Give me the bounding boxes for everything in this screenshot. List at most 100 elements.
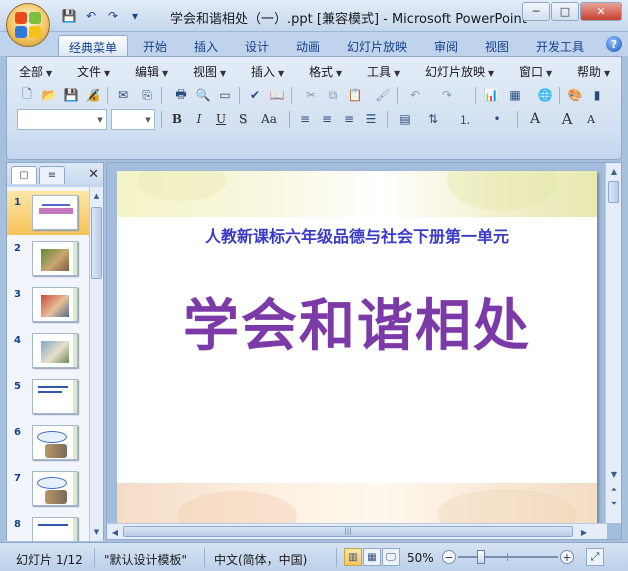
slide-sorter-icon[interactable]: ▦ [363,548,381,566]
close-button[interactable]: ✕ [580,2,622,21]
change-case-button[interactable]: Aa [255,109,283,129]
slide-title[interactable]: 学会和谐相处 [117,281,597,362]
slide-show-icon[interactable]: 🖵 [382,548,400,566]
redo-icon[interactable]: ↷ [104,7,122,25]
slide-horizontal-scrollbar[interactable]: ◀ ||| ▶ [107,523,607,539]
zoom-out-icon[interactable]: − [442,550,456,564]
zoom-in-icon[interactable]: + [560,550,574,564]
menu-tools[interactable]: 工具 ▼ [367,63,400,80]
cut-icon[interactable]: ✂ [301,85,321,105]
slide-thumbnail-8[interactable]: 8 [7,513,89,541]
help-icon[interactable]: ? [606,36,622,52]
tab-slide-show[interactable]: 幻灯片放映 [337,35,417,56]
tab-view[interactable]: 视图 [475,35,519,56]
copy-icon[interactable]: ⧉ [323,85,343,105]
previous-slide-icon[interactable]: ⏶ [607,483,621,497]
italic-button[interactable]: I [189,109,209,129]
zoom-slider-thumb[interactable] [477,550,485,564]
tab-outline[interactable]: ≡ [39,166,65,184]
undo-icon[interactable]: ↶ [82,7,100,25]
scroll-right-icon[interactable]: ▶ [577,525,591,539]
publish-icon[interactable]: ⎘ [137,85,157,105]
office-button[interactable] [6,3,50,47]
chart-icon[interactable]: 📊 [481,85,501,105]
text-direction-icon[interactable]: ⇅ [423,109,443,129]
slide-view-icon[interactable]: ▭ [215,85,235,105]
scrollbar-thumb[interactable] [608,181,619,203]
research-icon[interactable]: 📖 [267,85,287,105]
font-size-combo[interactable]: ▼ [111,109,155,130]
slide-thumbnail-4[interactable]: 4 [7,329,89,373]
redo-icon[interactable]: ↷ [437,85,457,105]
scroll-down-icon[interactable]: ▼ [90,525,103,539]
normal-view-icon[interactable]: ▥ [344,548,362,566]
permission-icon[interactable]: 🔏 [83,85,103,105]
print-preview-icon[interactable]: 🔍 [193,85,213,105]
show-formatting-icon[interactable]: ▮ [587,85,607,105]
menu-view[interactable]: 视图 ▼ [193,63,226,80]
align-left-icon[interactable]: ≡ [295,109,315,129]
align-right-icon[interactable]: ≡ [339,109,359,129]
menu-help[interactable]: 帮助 ▼ [577,63,610,80]
next-slide-icon[interactable]: ⏷ [607,497,621,511]
slide-thumbnail-3[interactable]: 3 [7,283,89,327]
align-center-icon[interactable]: ≡ [317,109,337,129]
menu-window[interactable]: 窗口 ▼ [519,63,552,80]
slide-vertical-scrollbar[interactable]: ▲ ▼ ⏶ ⏷ [605,163,621,523]
slide-thumbnail-1[interactable]: 1 [7,191,89,235]
scroll-up-icon[interactable]: ▲ [90,189,103,203]
scrollbar-thumb[interactable] [91,207,102,279]
menu-edit[interactable]: 编辑 ▼ [135,63,168,80]
slide-thumbnail-7[interactable]: 7 [7,467,89,511]
customize-qat-icon[interactable]: ▾ [126,7,144,25]
menu-all[interactable]: 全部 ▼ [19,63,52,80]
tab-slides[interactable]: ▢ [11,166,37,184]
scroll-up-icon[interactable]: ▲ [607,164,621,178]
format-painter-icon[interactable]: 🖌 [373,85,393,105]
slide-thumbnail-5[interactable]: 5 [7,375,89,419]
scroll-down-icon[interactable]: ▼ [607,467,621,481]
save-icon[interactable]: 💾 [61,85,81,105]
tab-design[interactable]: 设计 [235,35,279,56]
hyperlink-icon[interactable]: 🌐 [535,85,555,105]
tab-home[interactable]: 开始 [133,35,177,56]
slide-thumbnail-2[interactable]: 2 [7,237,89,281]
justify-icon[interactable]: ☰ [361,109,381,129]
menu-insert[interactable]: 插入 ▼ [251,63,284,80]
slide-thumbnail-6[interactable]: 6 [7,421,89,465]
color-grayscale-icon[interactable]: 🎨 [565,85,585,105]
tab-review[interactable]: 审阅 [424,35,468,56]
print-icon[interactable]: 🖶 [171,85,191,105]
scrollbar-thumb[interactable]: ||| [123,526,573,537]
bold-button[interactable]: B [167,109,187,129]
open-folder-icon[interactable]: 📂 [39,85,59,105]
font-name-combo[interactable]: ▼ [17,109,107,130]
spelling-icon[interactable]: ✔ [245,85,265,105]
columns-icon[interactable]: ▤ [395,109,415,129]
shadow-button[interactable]: S [233,109,253,129]
slide-canvas[interactable]: 人教新课标六年级品德与社会下册第一单元 学会和谐相处 [117,171,597,523]
tab-developer[interactable]: 开发工具 [526,35,594,56]
email-icon[interactable]: ✉ [113,85,133,105]
thumbnail-scrollbar[interactable]: ▲ ▼ [89,187,103,541]
numbering-icon[interactable]: ⒈ [455,109,475,129]
language-indicator[interactable]: 中文(简体，中国) [214,551,307,568]
font-color-button[interactable]: A [525,109,545,129]
bullets-icon[interactable]: • [487,109,507,129]
zoom-slider-track[interactable] [458,556,558,558]
new-file-icon[interactable]: 🗋 [17,85,37,105]
minimize-button[interactable]: ─ [522,2,550,21]
menu-slide-show[interactable]: 幻灯片放映 ▼ [425,63,494,80]
menu-file[interactable]: 文件 ▼ [77,63,110,80]
maximize-button[interactable]: □ [551,2,579,21]
undo-icon[interactable]: ↶ [405,85,425,105]
scroll-left-icon[interactable]: ◀ [108,525,122,539]
close-icon[interactable]: ✕ [88,167,99,182]
table-icon[interactable]: ▦ [505,85,525,105]
underline-button[interactable]: U [211,109,231,129]
fit-to-window-icon[interactable]: ⤢ [586,548,604,566]
save-icon[interactable]: 💾 [60,7,78,25]
tab-insert[interactable]: 插入 [184,35,228,56]
shrink-font-button[interactable]: A [581,109,601,129]
zoom-level[interactable]: 50% [407,551,434,565]
